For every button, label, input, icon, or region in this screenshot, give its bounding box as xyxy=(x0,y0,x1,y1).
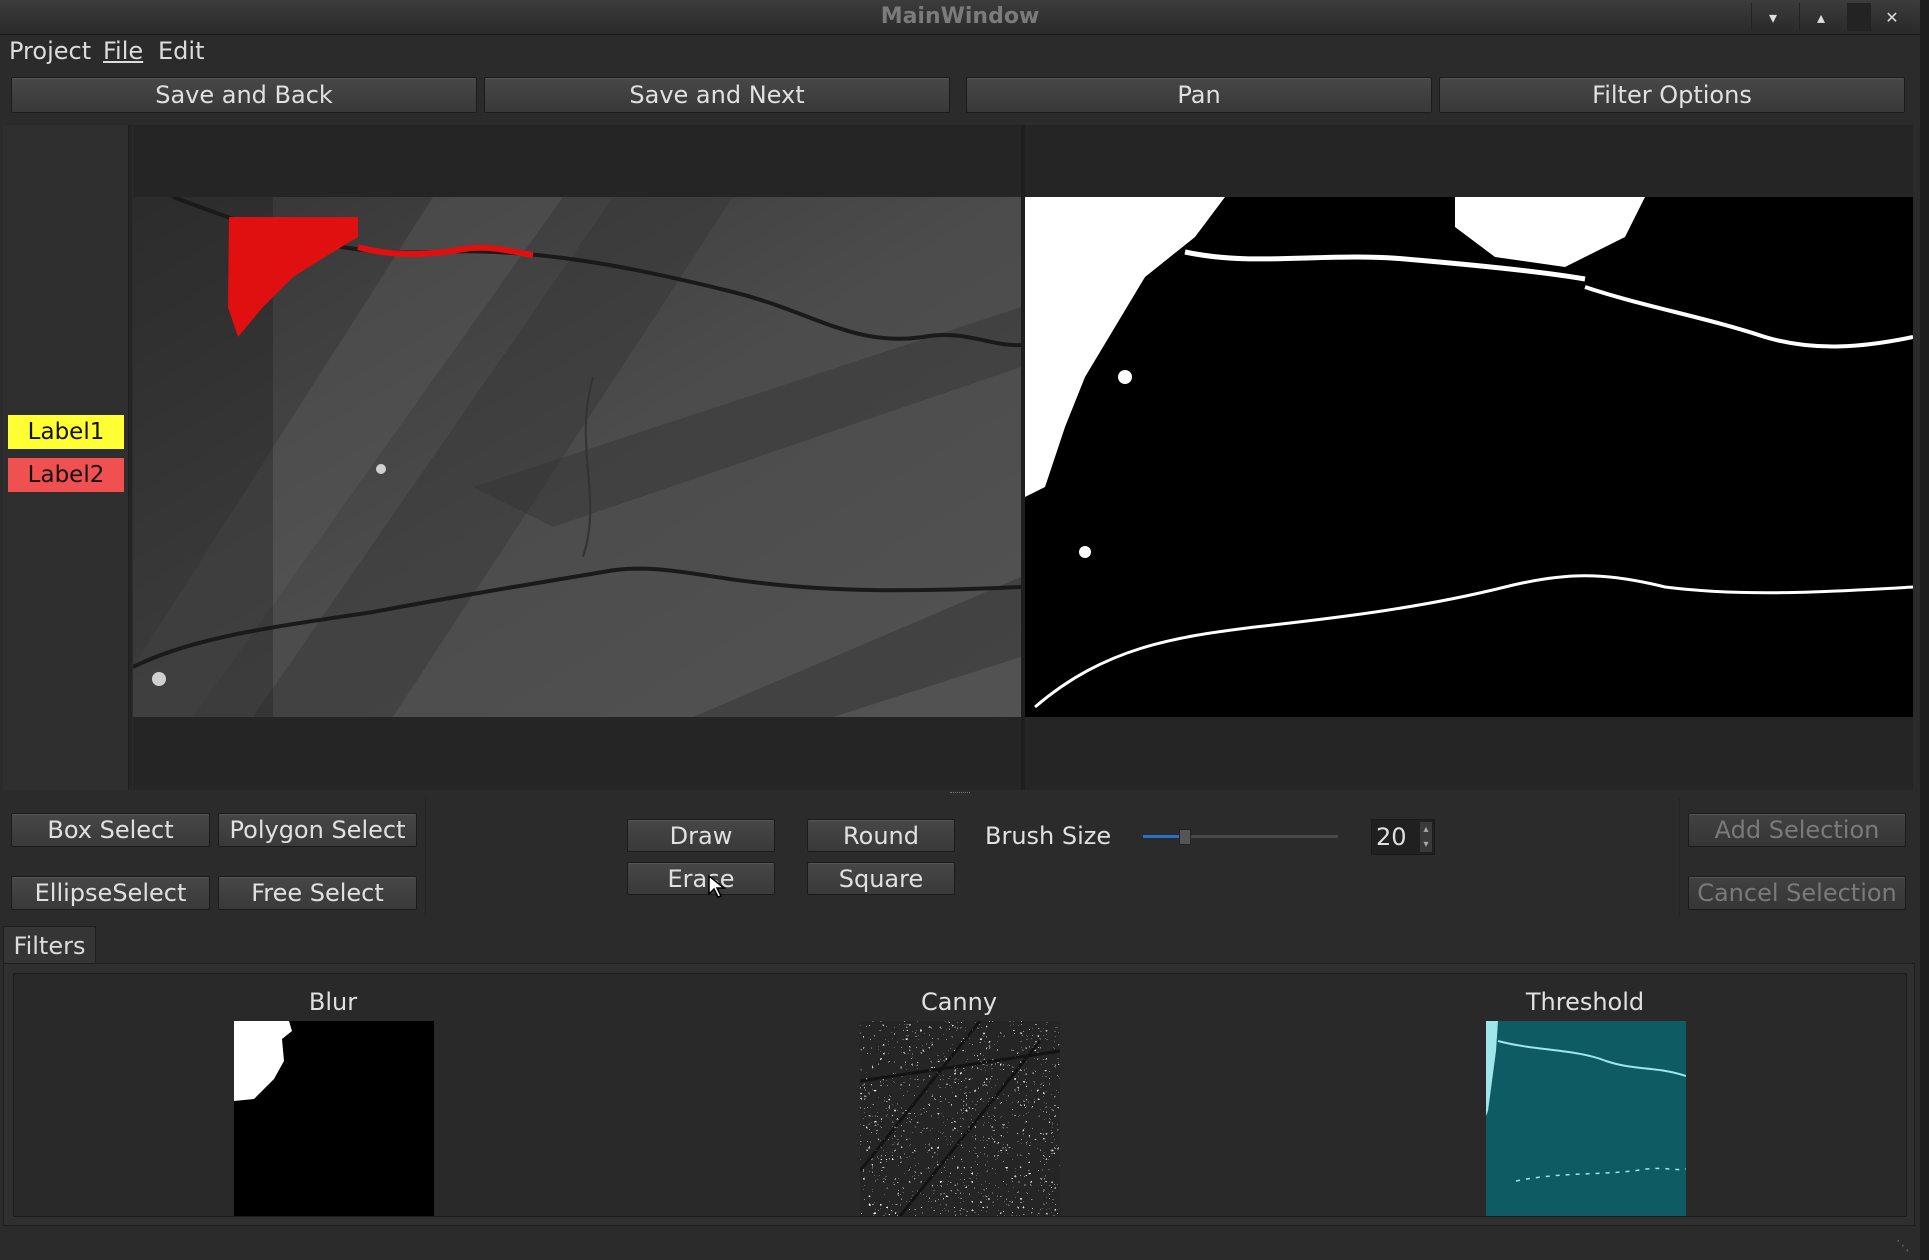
spin-arrows-icon[interactable]: ▴ ▾ xyxy=(1420,822,1432,852)
menu-project[interactable]: Project xyxy=(9,34,91,68)
window-title: MainWindow xyxy=(880,4,1040,29)
resize-grip-icon[interactable]: ⋱ xyxy=(1896,1238,1912,1254)
maximize-icon[interactable]: ▴ xyxy=(1799,3,1842,31)
label-tag-label2[interactable]: Label2 xyxy=(8,458,124,492)
original-image-view[interactable] xyxy=(133,125,1021,790)
crack-image xyxy=(133,197,1021,717)
tab-filters[interactable]: Filters xyxy=(3,926,96,964)
label-tag-label1[interactable]: Label1 xyxy=(8,415,124,449)
labels-panel: Label1 Label2 xyxy=(3,125,129,790)
polygon-select-button[interactable]: Polygon Select xyxy=(218,813,417,847)
threshold-image xyxy=(1025,197,1913,717)
slider-handle[interactable] xyxy=(1179,829,1191,845)
pan-button[interactable]: Pan xyxy=(966,77,1432,113)
threshold-thumbnail[interactable] xyxy=(1486,1021,1686,1216)
ellipse-select-button[interactable]: EllipseSelect xyxy=(11,876,210,910)
brush-size-label: Brush Size xyxy=(985,822,1112,850)
slider-fill xyxy=(1143,835,1181,838)
filter-title-canny: Canny xyxy=(920,988,998,1016)
add-selection-button[interactable]: Add Selection xyxy=(1688,813,1906,847)
filters-gallery: Blur Canny Threshold xyxy=(13,973,1907,1217)
menu-edit[interactable]: Edit xyxy=(158,34,204,68)
splitter[interactable] xyxy=(129,125,132,790)
brush-tools xyxy=(425,798,1680,916)
square-brush-button[interactable]: Square xyxy=(807,862,955,895)
cancel-selection-button[interactable]: Cancel Selection xyxy=(1688,876,1906,910)
title-bar: MainWindow ▾ ▴ ✕ xyxy=(0,0,1920,35)
filter-title-threshold: Threshold xyxy=(1525,988,1645,1016)
free-select-button[interactable]: Free Select xyxy=(218,876,417,910)
menu-file[interactable]: File xyxy=(103,34,143,68)
minimize-icon[interactable]: ▾ xyxy=(1751,3,1794,31)
box-select-button[interactable]: Box Select xyxy=(11,813,210,847)
canny-thumbnail[interactable] xyxy=(860,1021,1060,1216)
filter-title-blur: Blur xyxy=(308,988,358,1016)
close-icon[interactable]: ✕ xyxy=(1870,3,1913,31)
draw-button[interactable]: Draw xyxy=(627,819,775,852)
filter-options-button[interactable]: Filter Options xyxy=(1439,77,1905,113)
blur-thumbnail[interactable] xyxy=(234,1021,434,1216)
filters-panel: Blur Canny Threshold xyxy=(3,963,1915,1226)
save-and-back-button[interactable]: Save and Back xyxy=(11,77,477,113)
brush-size-slider[interactable] xyxy=(1143,829,1338,845)
brush-size-value: 20 xyxy=(1376,823,1407,851)
mouse-cursor-icon xyxy=(708,874,727,898)
brush-size-spinbox[interactable]: 20 ▴ ▾ xyxy=(1371,819,1435,855)
main-window: MainWindow ▾ ▴ ✕ Project File Edit Save … xyxy=(0,0,1920,1260)
menu-bar: Project File Edit xyxy=(0,34,1920,68)
round-brush-button[interactable]: Round xyxy=(807,819,955,852)
filtered-image-view[interactable] xyxy=(1025,125,1913,790)
erase-button[interactable]: Erase xyxy=(627,862,775,895)
dock-grip-icon[interactable] xyxy=(950,792,970,796)
save-and-next-button[interactable]: Save and Next xyxy=(484,77,950,113)
